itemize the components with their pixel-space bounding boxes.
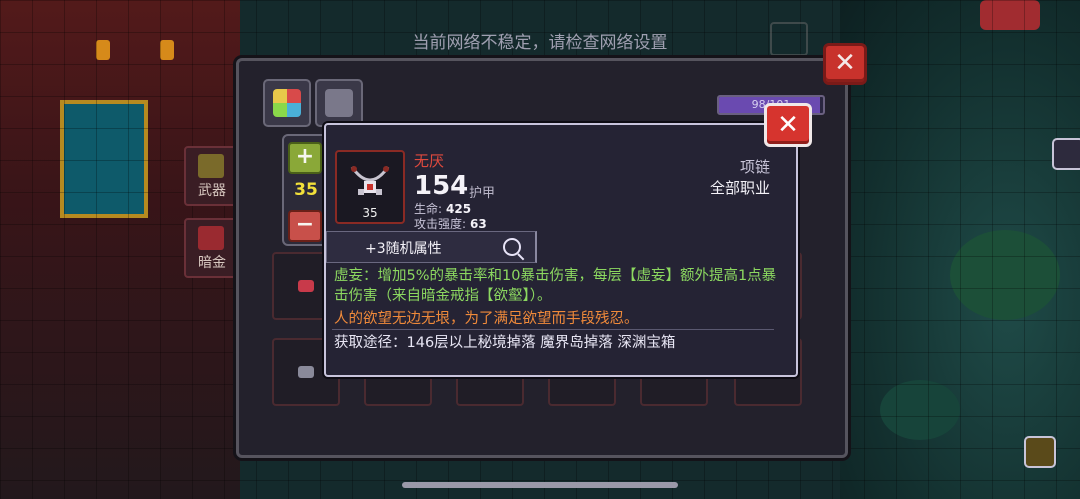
stat-label: 攻击强度:	[414, 217, 467, 231]
tooltip-close-button[interactable]: ✕	[764, 103, 812, 147]
quantity-stepper: + 35 −	[282, 134, 330, 246]
effect-description: 虚妄：增加5%的暴击率和10暴击伤害，每层【虚妄】额外提高1点暴击伤害（来自暗金…	[334, 268, 777, 304]
necklace-icon	[298, 366, 314, 378]
random-attribute-label: +3随机属性	[365, 241, 442, 257]
tab-all-items[interactable]	[263, 79, 311, 127]
armor-label: 护甲	[469, 186, 496, 201]
divider	[332, 329, 774, 330]
network-warning: 当前网络不稳定，请检查网络设置	[412, 33, 668, 53]
stat-value: 63	[470, 217, 487, 231]
item-type: 项链	[739, 158, 770, 176]
item-class: 全部职业	[709, 179, 770, 197]
plus-button[interactable]: +	[288, 142, 322, 174]
stat-attack: 攻击强度: 63	[414, 215, 487, 232]
minus-button[interactable]: −	[288, 210, 322, 242]
dark-gold-tab-icon	[198, 226, 224, 250]
close-icon: ✕	[777, 110, 799, 140]
inventory-close-button[interactable]: ✕	[823, 43, 867, 85]
heart-icon	[298, 280, 314, 292]
magnifier-icon[interactable]	[503, 238, 521, 256]
stepper-value: 35	[294, 180, 318, 200]
tab-weapon-label: 武器	[198, 183, 226, 199]
weapon-tab-icon	[198, 154, 224, 178]
stat-value: 425	[446, 202, 472, 216]
item-tooltip: 35 无厌 154 护甲 生命: 425 攻击强度: 63 项链 全部职业 +3随机…	[324, 123, 798, 377]
flavor-text: 人的欲望无边无垠，为了满足欲望而手段残忍。	[334, 311, 639, 327]
random-attribute-row[interactable]: +3随机属性	[326, 231, 537, 263]
quest-marker-icon[interactable]	[1052, 138, 1080, 170]
item-icon-frame: 35	[335, 150, 405, 224]
grid-icon	[273, 89, 301, 117]
necklace-icon	[350, 166, 390, 195]
home-indicator[interactable]	[402, 482, 678, 488]
close-icon: ✕	[834, 48, 856, 78]
item-level: 35	[362, 206, 378, 220]
tab-dark-gold[interactable]: 暗金	[184, 218, 240, 278]
acquisition-source: 获取途径：146层以上秘境掉落 魔界岛掉落 深渊宝箱	[334, 335, 676, 351]
crown-icon[interactable]	[1024, 436, 1056, 468]
item-name: 无厌	[414, 152, 445, 170]
helmet-icon	[325, 89, 353, 117]
armor-value: 154	[414, 171, 469, 201]
tab-equipment[interactable]	[315, 79, 363, 127]
stat-label: 生命:	[414, 202, 443, 216]
tab-weapon[interactable]: 武器	[184, 146, 240, 206]
tab-dark-gold-label: 暗金	[198, 255, 226, 271]
